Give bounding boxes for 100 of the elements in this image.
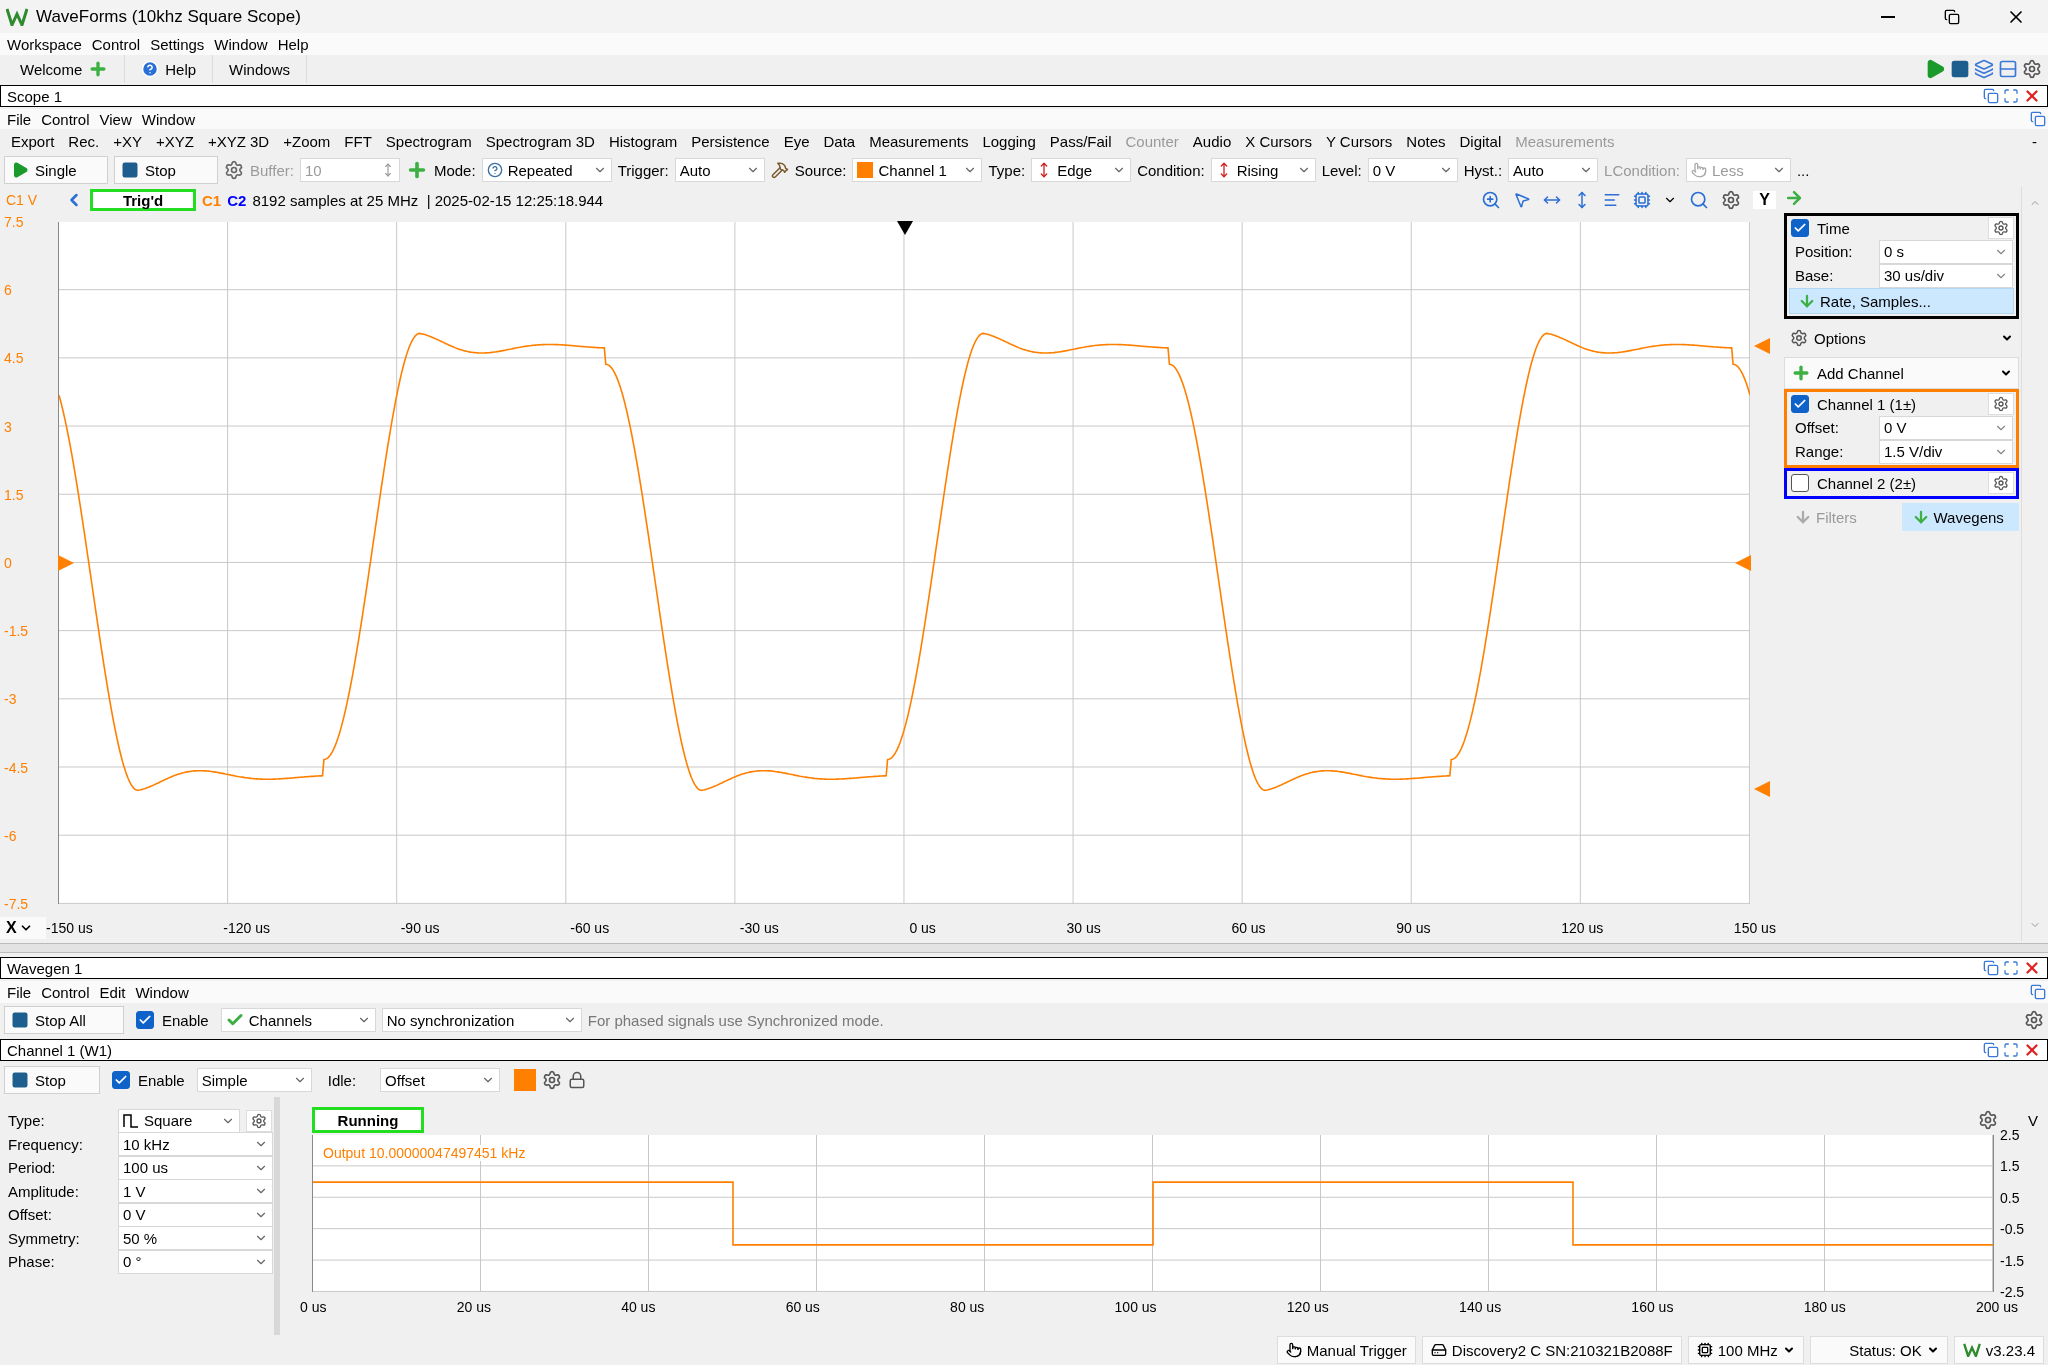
level-marker-icon[interactable]	[1754, 781, 1770, 798]
trigger-level-icon[interactable]	[1735, 555, 1751, 571]
settings-icon[interactable]	[224, 160, 244, 180]
settings-icon[interactable]	[542, 1070, 563, 1090]
rate-samples-button[interactable]: Rate, Samples...	[1789, 288, 2014, 314]
menu-item[interactable]: Control	[36, 983, 95, 1001]
dropdown[interactable]: 50 %	[118, 1226, 273, 1251]
toolbar-button[interactable]: Notes	[1399, 132, 1453, 150]
tile-icon[interactable]	[1998, 59, 2018, 79]
channel-label[interactable]: C2	[227, 191, 247, 209]
zoom-fit-icon[interactable]	[1689, 190, 1710, 210]
toolbar-button[interactable]: Histogram	[601, 132, 685, 150]
trigger-position-icon[interactable]	[896, 221, 913, 237]
offset-marker-icon[interactable]	[58, 555, 74, 571]
overflow-button[interactable]: ...	[1796, 161, 1810, 179]
toolbar-button[interactable]: X Cursors	[1238, 132, 1319, 150]
toolbar-button[interactable]: Digital	[1452, 132, 1509, 150]
restore-icon[interactable]	[1983, 88, 1999, 104]
dropdown[interactable]: 0 °	[118, 1249, 273, 1274]
options-button[interactable]: Options	[1784, 323, 2019, 353]
dropdown[interactable]: Rising	[1210, 158, 1316, 182]
single-button[interactable]: Single	[4, 156, 108, 184]
x-axis-button[interactable]: X	[0, 917, 46, 939]
y-axis-button[interactable]: Y	[1753, 191, 1776, 209]
toolbar-button[interactable]: Eye	[776, 132, 817, 150]
toolbar-button[interactable]: +XY	[106, 132, 149, 150]
dropdown[interactable]: Simple	[196, 1068, 312, 1092]
menu-item[interactable]: Window	[136, 110, 201, 128]
dropdown[interactable]: No synchronization	[381, 1008, 582, 1032]
close-icon[interactable]	[2023, 959, 2041, 977]
panel-tab[interactable]: Wavegens	[1901, 503, 2019, 531]
dropdown[interactable]: 0 s	[1879, 239, 2013, 264]
dropdown[interactable]: Offset	[380, 1068, 501, 1092]
toolbar-button[interactable]: FFT	[337, 132, 379, 150]
add-channel-button[interactable]: Add Channel	[1784, 357, 2019, 389]
settings-icon[interactable]	[2022, 59, 2042, 79]
restore-icon[interactable]	[1983, 960, 1999, 976]
toolbar-button[interactable]: Spectrogram 3D	[478, 132, 602, 150]
dropdown[interactable]: 30 us/div	[1879, 263, 2013, 288]
level-marker-icon[interactable]	[1754, 337, 1770, 354]
close-icon[interactable]	[2023, 1041, 2041, 1059]
dropdown[interactable]: Auto	[674, 158, 765, 182]
cascade-icon[interactable]	[1974, 59, 1994, 79]
toolbar-button[interactable]: Pass/Fail	[1042, 132, 1119, 150]
hammer-icon[interactable]	[770, 161, 789, 179]
checkbox[interactable]	[136, 1011, 154, 1029]
settings-icon[interactable]	[2024, 1010, 2044, 1030]
settings-icon[interactable]	[1721, 190, 1742, 210]
dropdown[interactable]: 1.5 V/div	[1879, 439, 2013, 464]
toolbar-button[interactable]: Data	[816, 132, 863, 150]
toolbar-button[interactable]: Spectrogram	[378, 132, 479, 150]
dropdown[interactable]: Auto	[1508, 158, 1599, 182]
checkbox[interactable]	[1791, 219, 1809, 237]
dropdown[interactable]: 10 kHz	[118, 1132, 273, 1157]
menu-item[interactable]: Window	[130, 983, 194, 1001]
dropdown[interactable]: Repeated	[481, 158, 612, 182]
restore-icon[interactable]	[2030, 111, 2046, 127]
dropdown[interactable]: 1 V	[118, 1179, 273, 1204]
status-item[interactable]: 100 MHz	[1687, 1336, 1804, 1364]
zoom-icon[interactable]	[1481, 190, 1502, 210]
status-item[interactable]: Discovery2 C SN:210321B2088F	[1421, 1336, 1682, 1364]
stop-all-button[interactable]: Stop All	[4, 1006, 124, 1034]
menu-item[interactable]: Workspace	[2, 35, 87, 53]
close-icon[interactable]	[2023, 87, 2041, 105]
lock-icon[interactable]	[568, 1071, 587, 1089]
settings-button[interactable]	[1988, 472, 2014, 494]
menu-item[interactable]: File	[2, 110, 37, 128]
menu-item[interactable]: Help	[272, 35, 314, 53]
settings-button[interactable]	[246, 1109, 272, 1132]
maximize-icon[interactable]	[2003, 960, 2019, 976]
menu-item[interactable]: Window	[209, 35, 273, 53]
dropdown[interactable]: 0 V	[118, 1202, 273, 1227]
dropdown[interactable]: Edge	[1031, 158, 1132, 182]
menu-item[interactable]: Control	[36, 110, 95, 128]
align-icon[interactable]	[1603, 191, 1622, 209]
collapse-button[interactable]: -	[2025, 132, 2044, 150]
status-item[interactable]: Status: OK	[1809, 1336, 1948, 1364]
stop-button[interactable]: Stop	[4, 1066, 100, 1094]
menu-item[interactable]: Control	[86, 35, 146, 53]
settings-icon[interactable]	[1978, 1110, 1998, 1130]
dropdown[interactable]: Square	[118, 1108, 240, 1133]
status-item[interactable]: v3.23.4	[1953, 1336, 2044, 1364]
menu-item[interactable]: Edit	[94, 983, 131, 1001]
status-item[interactable]: Manual Trigger	[1276, 1336, 1416, 1364]
checkbox[interactable]	[1791, 395, 1809, 413]
toolbar-button[interactable]: +XYZ 3D	[200, 132, 277, 150]
pointer-icon[interactable]	[1513, 191, 1532, 209]
toolbar-button[interactable]: Logging	[975, 132, 1043, 150]
menu-item[interactable]: File	[2, 983, 37, 1001]
toolbar-button[interactable]: Y Cursors	[1318, 132, 1400, 150]
maximize-icon[interactable]	[2003, 88, 2019, 104]
dropdown[interactable]: 100 us	[118, 1155, 273, 1180]
checkbox[interactable]	[112, 1071, 130, 1089]
toolbar-button[interactable]: Export	[4, 132, 62, 150]
toolbar-button[interactable]: Measurements	[862, 132, 976, 150]
checkbox[interactable]	[1791, 474, 1809, 492]
settings-button[interactable]	[1988, 217, 2014, 239]
restore-icon[interactable]	[1983, 1042, 1999, 1058]
menu-item[interactable]: View	[94, 110, 137, 128]
dropdown[interactable]: 0 V	[1879, 415, 2013, 440]
